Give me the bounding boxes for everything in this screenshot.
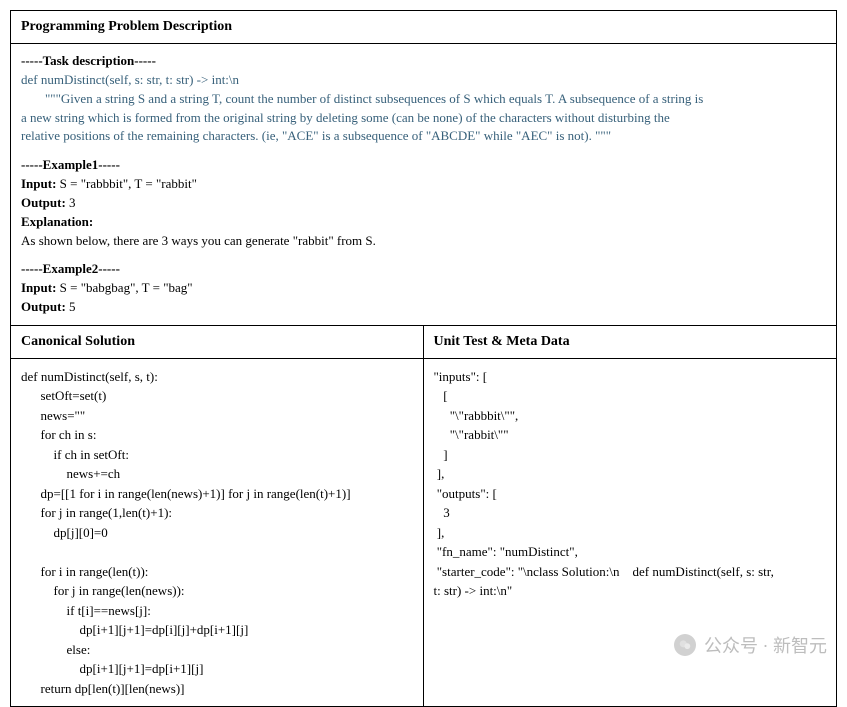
unit-test-code: "inputs": [ [ "\"rabbbit\"", "\"rabbit\"… (424, 359, 837, 609)
example2-label: -----Example2----- (21, 260, 826, 279)
example1-label: -----Example1----- (21, 156, 826, 175)
unit-test-title: Unit Test & Meta Data (424, 326, 837, 359)
example1-explanation-row: Explanation: (21, 213, 826, 232)
unit-test-column: Unit Test & Meta Data "inputs": [ [ "\"r… (424, 326, 837, 707)
example2-output-text: 5 (66, 299, 76, 314)
solution-test-row: Canonical Solution def numDistinct(self,… (11, 326, 836, 707)
docstring-line-3: relative positions of the remaining char… (21, 127, 826, 146)
example2-input-text: S = "babgbag", T = "bag" (56, 280, 192, 295)
example1-input-label: Input: (21, 176, 56, 191)
example2-input-row: Input: S = "babgbag", T = "bag" (21, 279, 826, 298)
problem-description: -----Task description----- def numDistin… (11, 44, 836, 326)
section-title: Programming Problem Description (11, 11, 836, 44)
docstring-line-2: a new string which is formed from the or… (21, 109, 826, 128)
problem-container: Programming Problem Description -----Tas… (10, 10, 837, 707)
spacer (21, 250, 826, 260)
canonical-solution-code: def numDistinct(self, s, t): setOft=set(… (11, 359, 423, 707)
example1-input-row: Input: S = "rabbbit", T = "rabbit" (21, 175, 826, 194)
example1-output-row: Output: 3 (21, 194, 826, 213)
example2-output-label: Output: (21, 299, 66, 314)
example2-input-label: Input: (21, 280, 56, 295)
example1-explanation-label: Explanation: (21, 214, 93, 229)
spacer (21, 146, 826, 156)
example1-input-text: S = "rabbbit", T = "rabbit" (56, 176, 197, 191)
canonical-solution-column: Canonical Solution def numDistinct(self,… (11, 326, 424, 707)
task-label: -----Task description----- (21, 52, 826, 71)
canonical-solution-title: Canonical Solution (11, 326, 423, 359)
example1-output-label: Output: (21, 195, 66, 210)
docstring-line-1: """Given a string S and a string T, coun… (45, 90, 826, 109)
function-signature: def numDistinct(self, s: str, t: str) ->… (21, 71, 826, 90)
example1-output-text: 3 (66, 195, 76, 210)
example1-explanation-text: As shown below, there are 3 ways you can… (21, 232, 826, 251)
example2-output-row: Output: 5 (21, 298, 826, 317)
